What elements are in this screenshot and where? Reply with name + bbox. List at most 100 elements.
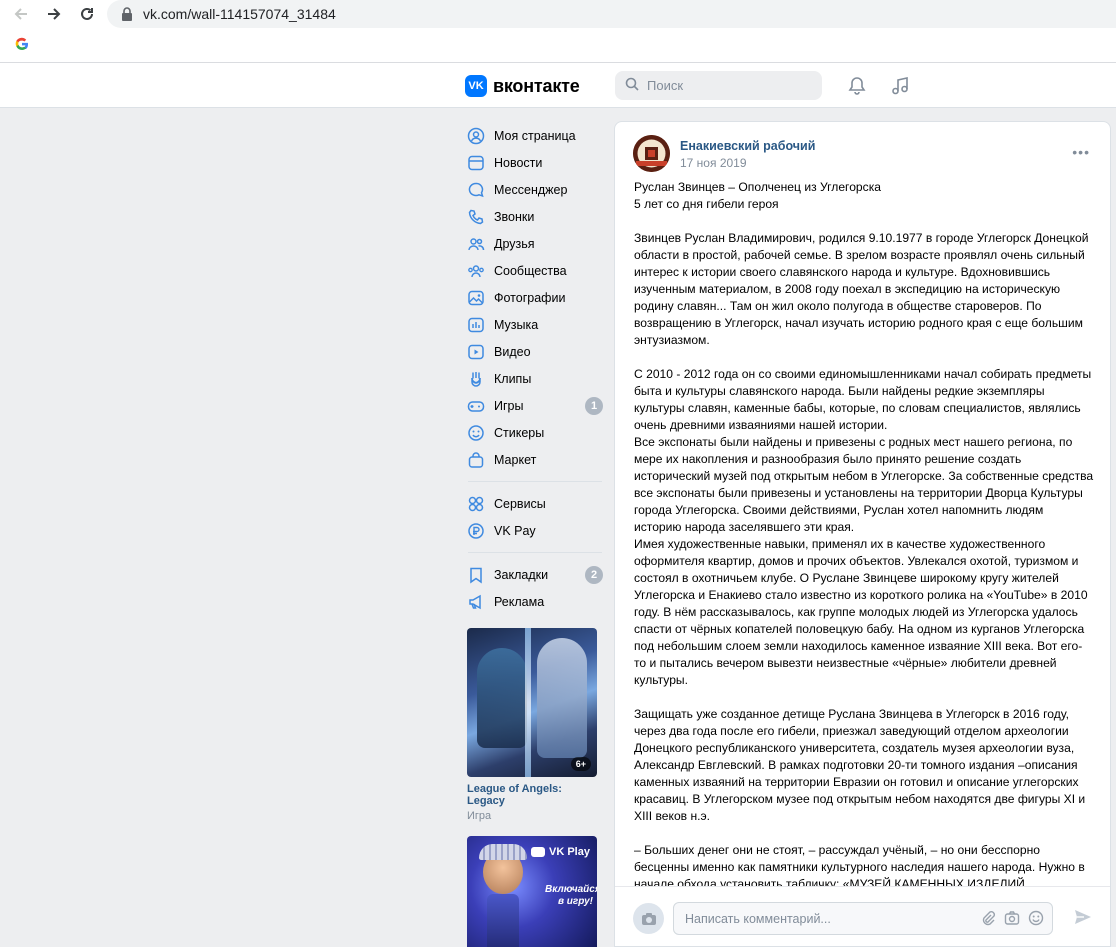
gamepad-icon [467, 397, 485, 415]
sidebar-item-label: Закладки [494, 567, 549, 582]
search-placeholder: Поиск [647, 78, 684, 93]
vk-logo[interactable]: VK вконтакте [465, 75, 580, 97]
sidebar-item-label: Видео [494, 344, 531, 359]
camera-icon[interactable] [1004, 910, 1020, 929]
post-paragraph: Руслан Звинцев – Ополченец из Углегорска [634, 180, 881, 194]
bookmark-icon [467, 566, 485, 584]
post-paragraph: Звинцев Руслан Владимирович, родился 9.1… [634, 231, 1089, 347]
music-note-icon[interactable] [889, 75, 911, 97]
author-avatar[interactable] [633, 135, 670, 172]
communities-icon [467, 262, 485, 280]
post-paragraph: Имея художественные навыки, применял их … [634, 537, 1088, 687]
ad-title[interactable]: League of Angels: Legacy [467, 783, 597, 807]
search-icon [625, 77, 639, 94]
clips-icon [467, 370, 485, 388]
photo-icon [467, 289, 485, 307]
bag-icon [467, 451, 485, 469]
vkpay-icon [467, 522, 485, 540]
megaphone-icon [467, 593, 485, 611]
sidebar-item-label: Стикеры [494, 425, 545, 440]
sidebar-item-video[interactable]: Видео [466, 338, 604, 365]
sidebar-item-label: Игры [494, 398, 524, 413]
send-icon[interactable] [1073, 907, 1093, 930]
newspaper-icon [467, 154, 485, 172]
friends-icon [467, 235, 485, 253]
vk-logo-text: вконтакте [493, 75, 580, 96]
post-body: Руслан Звинцев – Ополченец из Углегорска… [634, 179, 1094, 927]
sidebar-item-services[interactable]: Сервисы [466, 490, 604, 517]
left-sidebar: Моя страница Новости Мессенджер Звонки Друзь… [466, 122, 604, 615]
comment-bar: Написать комментарий... [615, 886, 1110, 946]
vk-logo-mark: VK [465, 75, 487, 97]
video-icon [467, 343, 485, 361]
sidebar-item-music[interactable]: Музыка [466, 311, 604, 338]
ad-card-league-of-angels[interactable]: 6+ League of Angels: Legacy Игра [467, 628, 597, 822]
sidebar-item-label: Сообщества [494, 263, 567, 278]
user-circle-icon [467, 127, 485, 145]
wall-post: Енакиевский рабочий 17 ноя 2019 ••• Русл… [614, 121, 1111, 947]
sidebar-item-label: Фотографии [494, 290, 566, 305]
sidebar-item-label: Музыка [494, 317, 539, 332]
emoji-icon[interactable] [1028, 910, 1044, 929]
ad-tagline: Включайся в игру! [545, 884, 597, 907]
sidebar-item-clips[interactable]: Клипы [466, 365, 604, 392]
sidebar-item-megaphone[interactable]: Реклама [466, 588, 604, 615]
ad-image-game[interactable]: 6+ [467, 628, 597, 777]
comment-input[interactable]: Написать комментарий... [673, 902, 1053, 935]
lock-icon [121, 7, 133, 21]
sidebar-item-label: Клипы [494, 371, 532, 386]
music-icon [467, 316, 485, 334]
sidebar-divider [468, 552, 602, 553]
sidebar-item-sticker[interactable]: Стикеры [466, 419, 604, 446]
gamepad-icon [531, 847, 545, 857]
sticker-icon [467, 424, 485, 442]
message-icon [467, 181, 485, 199]
counter-badge: 2 [585, 566, 603, 584]
sidebar-item-message[interactable]: Мессенджер [466, 176, 604, 203]
sidebar-item-newspaper[interactable]: Новости [466, 149, 604, 176]
ad-image-vk-play[interactable]: VK Play Включайся в игру! [467, 836, 597, 947]
attach-icon[interactable] [980, 910, 996, 929]
ad-card-vk-play[interactable]: VK Play Включайся в игру! [467, 836, 597, 947]
sidebar-item-friends[interactable]: Друзья [466, 230, 604, 257]
sidebar-item-label: Друзья [494, 236, 535, 251]
bookmarks-bar [0, 28, 1116, 63]
sidebar-item-label: Сервисы [494, 496, 546, 511]
sidebar-item-user-circle[interactable]: Моя страница [466, 122, 604, 149]
sidebar-item-gamepad[interactable]: Игры 1 [466, 392, 604, 419]
sidebar-item-bookmark[interactable]: Закладки 2 [466, 561, 604, 588]
search-input[interactable]: Поиск [615, 71, 822, 100]
sidebar-item-phone[interactable]: Звонки [466, 203, 604, 230]
sidebar-item-label: Моя страница [494, 128, 576, 143]
more-options-icon[interactable]: ••• [1072, 144, 1090, 160]
sidebar-item-vkpay[interactable]: VK Pay [466, 517, 604, 544]
address-bar[interactable]: vk.com/wall-114157074_31484 [107, 0, 1116, 28]
sidebar-item-label: Новости [494, 155, 543, 170]
services-icon [467, 495, 485, 513]
sidebar-item-photo[interactable]: Фотографии [466, 284, 604, 311]
sidebar-item-label: Мессенджер [494, 182, 568, 197]
sidebar-divider [468, 481, 602, 482]
post-date[interactable]: 17 ноя 2019 [680, 156, 747, 170]
google-bookmark-icon[interactable] [15, 37, 29, 54]
sidebar-item-label: Звонки [494, 209, 535, 224]
camera-avatar-icon[interactable] [633, 903, 664, 934]
sidebar-item-label: Маркет [494, 452, 537, 467]
url-text: vk.com/wall-114157074_31484 [143, 6, 336, 22]
forward-icon[interactable] [39, 0, 69, 28]
sidebar-item-communities[interactable]: Сообщества [466, 257, 604, 284]
browser-toolbar: vk.com/wall-114157074_31484 [0, 0, 1116, 28]
vk-play-logo: VK Play [531, 846, 590, 858]
reload-icon[interactable] [72, 0, 102, 28]
bell-icon[interactable] [846, 75, 868, 97]
comment-placeholder: Написать комментарий... [685, 911, 831, 926]
post-author-link[interactable]: Енакиевский рабочий [680, 139, 815, 153]
back-icon[interactable] [6, 0, 36, 28]
sidebar-item-bag[interactable]: Маркет [466, 446, 604, 473]
sidebar-item-label: VK Pay [494, 523, 536, 538]
post-paragraph: Все экспонаты были найдены и привезены с… [634, 435, 1094, 534]
counter-badge: 1 [585, 397, 603, 415]
